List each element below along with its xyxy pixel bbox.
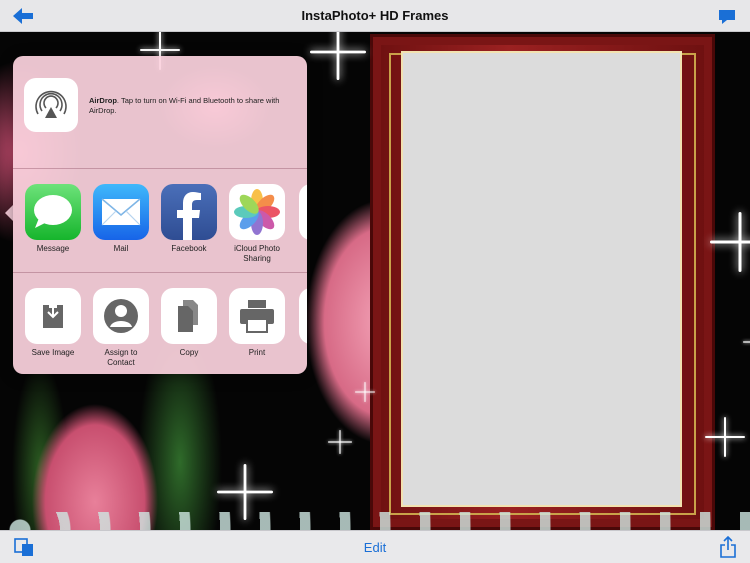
share-action-label: Print bbox=[248, 348, 266, 357]
share-app-icloud-photo-sharing[interactable]: iCloud Photo Sharing bbox=[227, 184, 287, 264]
action-save-image[interactable]: Save Image bbox=[23, 288, 83, 358]
share-app-mail[interactable]: Mail bbox=[91, 184, 151, 254]
share-sheet: AirDrop. Tap to turn on Wi-Fi and Blueto… bbox=[13, 56, 307, 374]
share-app-message[interactable]: Message bbox=[23, 184, 83, 254]
share-app-label: iCloud Photo Sharing bbox=[234, 244, 280, 263]
contact-icon bbox=[93, 288, 149, 344]
action-assign-to-contact[interactable]: Assign to Contact bbox=[91, 288, 151, 368]
mail-icon bbox=[93, 184, 149, 240]
share-action-label: Copy bbox=[179, 348, 199, 357]
photos-icon bbox=[229, 184, 285, 240]
share-app-label: Message bbox=[36, 244, 70, 253]
share-icon[interactable] bbox=[720, 536, 736, 558]
sparkle bbox=[355, 382, 375, 402]
comment-icon[interactable] bbox=[718, 9, 736, 25]
share-apps-row: Message Mail Facebook iCloud Photo Shari… bbox=[13, 170, 307, 270]
share-app-label: Facebook bbox=[171, 244, 207, 253]
share-actions-row: Save Image Assign to Contact Copy Print bbox=[13, 274, 307, 374]
crystal-beads bbox=[0, 512, 750, 530]
airdrop-title: AirDrop bbox=[89, 96, 117, 105]
message-icon bbox=[25, 184, 81, 240]
copy-icon bbox=[161, 288, 217, 344]
share-app-label: Mail bbox=[113, 244, 129, 253]
popover-arrow bbox=[5, 205, 13, 221]
sparkle bbox=[310, 32, 366, 80]
sparkle bbox=[743, 330, 750, 354]
facebook-icon bbox=[161, 184, 217, 240]
share-action-label: Assign to Contact bbox=[104, 348, 138, 367]
frame-photo-placeholder bbox=[401, 51, 682, 507]
devices-icon[interactable] bbox=[14, 538, 34, 557]
sparkle bbox=[710, 212, 750, 272]
sparkle bbox=[705, 417, 745, 457]
bottom-toolbar: Edit bbox=[0, 530, 750, 563]
divider bbox=[13, 168, 307, 169]
print-icon bbox=[229, 288, 285, 344]
action-more[interactable] bbox=[297, 288, 307, 344]
airdrop-description: AirDrop. Tap to turn on Wi-Fi and Blueto… bbox=[89, 96, 303, 116]
action-copy[interactable]: Copy bbox=[159, 288, 219, 358]
partial-action-icon bbox=[299, 288, 307, 344]
save-image-icon bbox=[25, 288, 81, 344]
edit-button[interactable]: Edit bbox=[345, 540, 405, 555]
airdrop-icon[interactable] bbox=[24, 78, 78, 132]
wooden-picture-frame bbox=[370, 34, 715, 530]
share-app-more[interactable] bbox=[297, 184, 307, 240]
partial-app-icon bbox=[299, 184, 307, 240]
divider bbox=[13, 272, 307, 273]
share-action-label: Save Image bbox=[31, 348, 75, 357]
action-print[interactable]: Print bbox=[227, 288, 287, 358]
airdrop-instructions: . Tap to turn on Wi-Fi and Bluetooth to … bbox=[89, 96, 280, 115]
navigation-bar: InstaPhoto+ HD Frames bbox=[0, 0, 750, 32]
sparkle bbox=[328, 430, 352, 454]
share-app-facebook[interactable]: Facebook bbox=[159, 184, 219, 254]
airdrop-section[interactable]: AirDrop. Tap to turn on Wi-Fi and Blueto… bbox=[13, 56, 307, 168]
page-title: InstaPhoto+ HD Frames bbox=[301, 8, 449, 23]
